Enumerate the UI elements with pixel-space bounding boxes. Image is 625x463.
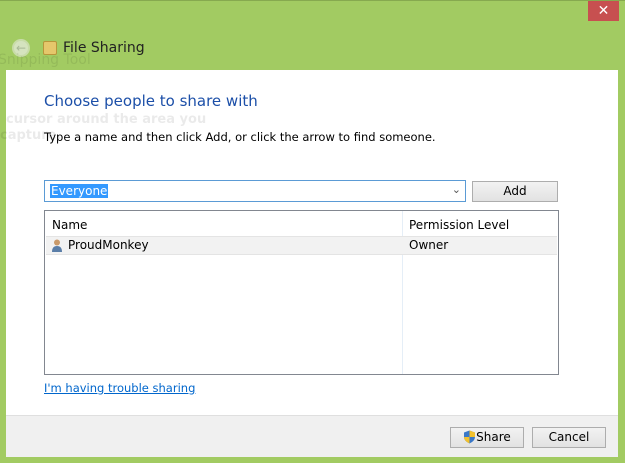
share-button[interactable]: Share [450,427,524,448]
close-button[interactable]: ✕ [588,1,619,21]
window-top-border [0,0,625,1]
column-header-permission[interactable]: Permission Level [409,214,509,236]
instruction-text: Type a name and then click Add, or click… [44,130,436,144]
row-permission[interactable]: Owner [409,237,448,254]
ghost-text-line1: cursor around the area you [6,112,207,127]
uac-shield-icon [464,430,476,444]
row-name: ProudMonkey [68,238,149,252]
footer-bar [6,415,618,457]
list-header: Name Permission Level [45,214,558,236]
share-list[interactable]: Name Permission Level ProudMonkey Owner [44,210,559,375]
combo-value[interactable]: Everyone [50,184,109,198]
user-icon [52,239,62,252]
ghost-snipping-title: Snipping Tool [0,52,91,68]
share-label: Share [476,430,511,444]
add-button[interactable]: Add [472,181,558,202]
column-header-name[interactable]: Name [52,214,87,236]
trouble-sharing-link[interactable]: I'm having trouble sharing [44,381,195,395]
person-combobox[interactable]: Everyone ⌄ [44,180,466,202]
page-heading: Choose people to share with [44,92,258,110]
cancel-button[interactable]: Cancel [532,427,606,448]
table-row[interactable]: ProudMonkey Owner [46,236,557,255]
chevron-down-icon[interactable]: ⌄ [452,183,461,196]
